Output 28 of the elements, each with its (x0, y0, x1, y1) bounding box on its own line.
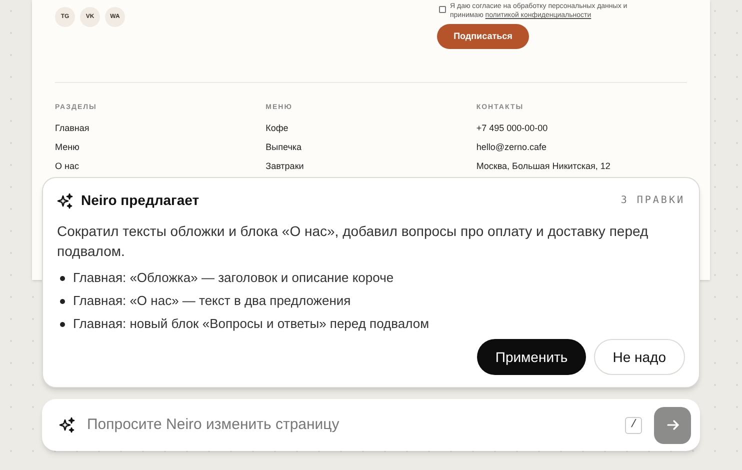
consent-checkbox[interactable] (439, 6, 446, 13)
footer-link[interactable]: Завтраки (266, 160, 304, 170)
shortcut-key: / (625, 416, 642, 434)
bullet-icon (60, 276, 65, 280)
footer-link[interactable]: О нас (55, 160, 79, 170)
footer-link[interactable]: Кофе (266, 122, 288, 132)
apply-button[interactable]: Применить (477, 339, 586, 375)
footer-link[interactable]: Москва, Большая Никитская, 12 (476, 160, 610, 170)
sparkle-icon (57, 192, 73, 208)
sparkle-icon (59, 417, 75, 433)
changes-count: 3 ПРАВКИ (620, 194, 685, 208)
footer-link[interactable]: hello@zerno.cafe (476, 142, 547, 152)
change-item: Главная: «Обложка» — заголовок и описание короче (73, 269, 394, 287)
dismiss-button[interactable]: Не надо (594, 339, 685, 375)
prompt-field[interactable]: Попросите Neiro изменить страницу / (42, 399, 700, 451)
subscribe-button[interactable]: Подписаться (437, 24, 529, 49)
suggestion-summary: Сократил тексты обложки и блока «О нас», добавил вопросы про оплату и доставку перед подвалом. (57, 222, 650, 261)
change-item: Главная: новый блок «Вопросы и ответы» перед подвалом (73, 315, 430, 333)
prompt-input[interactable]: Попросите Neiro изменить страницу (87, 414, 614, 436)
footer-link[interactable]: +7 495 000-00-00 (476, 122, 548, 132)
footer-link[interactable]: Меню (55, 142, 80, 152)
bullet-icon (60, 298, 65, 304)
arrow-right-icon (666, 418, 680, 432)
suggestion-title: Neiro предлагает (81, 191, 200, 210)
footer-link[interactable]: Выпечка (266, 142, 302, 152)
bullet-icon (60, 322, 65, 326)
footer-link[interactable]: Главная (55, 122, 90, 132)
change-item: Главная: «О нас» — текст в два предложения (73, 292, 351, 310)
